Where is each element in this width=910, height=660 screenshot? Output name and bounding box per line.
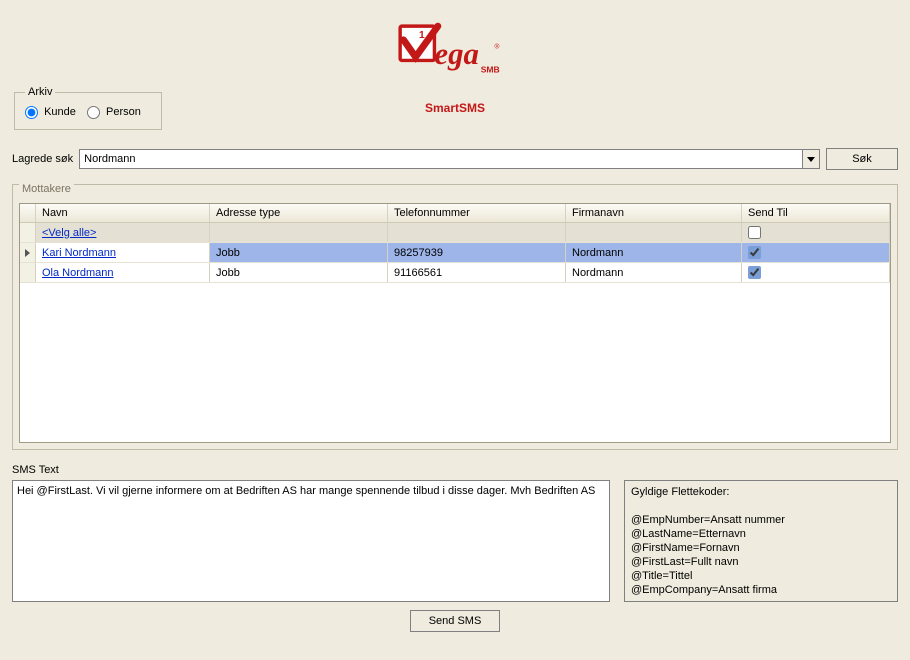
send-sms-button[interactable]: Send SMS xyxy=(410,610,501,632)
current-row-indicator xyxy=(20,243,36,262)
col-header-telefon[interactable]: Telefonnummer xyxy=(388,204,566,222)
col-header-navn[interactable]: Navn xyxy=(36,204,210,222)
merge-codes-list: @EmpNumber=Ansatt nummer @LastName=Etter… xyxy=(631,514,785,596)
pointer-icon xyxy=(25,249,30,257)
cell-telefon: 91166561 xyxy=(388,263,566,282)
radio-person[interactable] xyxy=(87,106,100,119)
recipients-group-title: Mottakere xyxy=(19,183,74,195)
cell-navn[interactable]: Kari Nordmann xyxy=(42,247,116,259)
merge-codes-panel: Gyldige Flettekoder: @EmpNumber=Ansatt n… xyxy=(624,480,898,602)
grid-row[interactable]: Ola Nordmann Jobb 91166561 Nordmann xyxy=(20,263,890,283)
cell-send-checkbox[interactable] xyxy=(748,246,761,259)
cell-adresse: Jobb xyxy=(210,243,388,262)
grid-body[interactable]: <Velg alle> Kari Nordmann Jobb 98257939 … xyxy=(20,223,890,442)
radio-person-label[interactable]: Person xyxy=(87,106,141,118)
arkiv-legend: Arkiv xyxy=(25,86,55,98)
grid-header: Navn Adresse type Telefonnummer Firmanav… xyxy=(20,204,890,223)
col-header-send[interactable]: Send Til xyxy=(742,204,890,222)
radio-kunde-text: Kunde xyxy=(44,106,76,118)
radio-kunde[interactable] xyxy=(25,106,38,119)
col-header-firma[interactable]: Firmanavn xyxy=(566,204,742,222)
vega-logo: 1 ega ® SMB xyxy=(395,22,515,92)
svg-text:®: ® xyxy=(494,42,499,50)
cell-telefon: 98257939 xyxy=(388,243,566,262)
grid-row[interactable]: Kari Nordmann Jobb 98257939 Nordmann xyxy=(20,243,890,263)
chevron-down-icon xyxy=(807,157,815,162)
cell-adresse: Jobb xyxy=(210,263,388,282)
search-button[interactable]: Søk xyxy=(826,148,898,170)
cell-navn[interactable]: Ola Nordmann xyxy=(42,267,114,279)
sms-textarea[interactable] xyxy=(12,480,610,602)
saved-search-input[interactable] xyxy=(79,149,802,169)
svg-text:ega: ega xyxy=(434,37,479,71)
arkiv-fieldset: Arkiv Kunde Person xyxy=(14,86,162,130)
saved-search-dropdown[interactable] xyxy=(802,149,820,169)
select-all-checkbox[interactable] xyxy=(748,226,761,239)
col-header-adresse[interactable]: Adresse type xyxy=(210,204,388,222)
cell-firma: Nordmann xyxy=(566,263,742,282)
saved-search-label: Lagrede søk xyxy=(12,153,73,165)
cell-send-checkbox[interactable] xyxy=(748,266,761,279)
grid-row-select-all[interactable]: <Velg alle> xyxy=(20,223,890,243)
select-all-link[interactable]: <Velg alle> xyxy=(42,227,96,239)
svg-text:1: 1 xyxy=(419,30,425,41)
radio-kunde-label[interactable]: Kunde xyxy=(25,106,79,118)
recipients-grid: Navn Adresse type Telefonnummer Firmanav… xyxy=(19,203,891,443)
radio-person-text: Person xyxy=(106,106,141,118)
sms-text-label: SMS Text xyxy=(12,464,898,476)
saved-search-combo[interactable] xyxy=(79,149,820,169)
svg-text:SMB: SMB xyxy=(481,64,500,74)
recipients-group: Mottakere Navn Adresse type Telefonnumme… xyxy=(12,184,898,450)
merge-codes-title: Gyldige Flettekoder: xyxy=(631,486,729,498)
cell-firma: Nordmann xyxy=(566,243,742,262)
